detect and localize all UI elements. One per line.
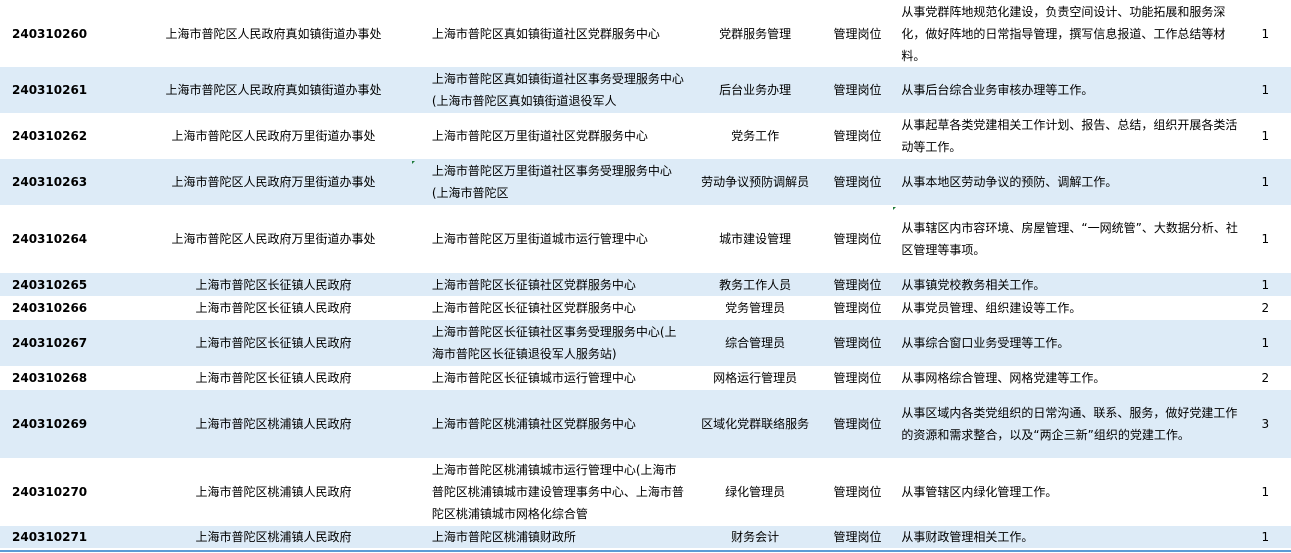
- unit-name: 上海市普陀区桃浦镇城市运行管理中心(上海市普陀区桃浦镇城市建设管理事务中心、上海…: [431, 463, 684, 521]
- position-name: 综合管理员: [688, 320, 822, 366]
- table-row[interactable]: 240310262 上海市普陀区人民政府万里街道办事处 上海市普陀区万里街道社区…: [0, 113, 1291, 159]
- position-code: 240310271: [0, 526, 136, 548]
- position-description: 从事党群阵地规范化建设，负责空间设计、功能拓展和服务深化，做好阵地的日常指导管理…: [901, 4, 1226, 63]
- department-name: 上海市普陀区长征镇人民政府: [135, 273, 412, 296]
- unit-name: 上海市普陀区万里街道城市运行管理中心: [431, 232, 648, 246]
- position-name: 劳动争议预防调解员: [688, 159, 822, 205]
- table-row[interactable]: 240310271 上海市普陀区桃浦镇人民政府 上海市普陀区桃浦镇财政所 财务会…: [0, 526, 1291, 548]
- unit-name: 上海市普陀区长征镇社区党群服务中心: [431, 301, 636, 315]
- table-row[interactable]: 240310264 上海市普陀区人民政府万里街道办事处 上海市普陀区万里街道城市…: [0, 205, 1291, 273]
- hiring-count: 1: [1239, 273, 1291, 296]
- table-row[interactable]: 240310263 上海市普陀区人民政府万里街道办事处 上海市普陀区万里街道社区…: [0, 159, 1291, 205]
- position-code: 240310263: [0, 159, 136, 205]
- position-name: 后台业务办理: [688, 67, 822, 113]
- position-type: 管理岗位: [821, 526, 894, 548]
- position-code: 240310260: [12, 26, 88, 41]
- position-code: 240310262: [12, 129, 88, 143]
- position-description: 从事管辖区内绿化管理工作。: [901, 485, 1058, 499]
- hiring-count: 1: [1261, 485, 1270, 499]
- position-type: 管理岗位: [833, 485, 882, 499]
- position-code: 240310269: [0, 390, 136, 458]
- position-type: 管理岗位: [821, 67, 894, 113]
- unit-name: 上海市普陀区真如镇街道社区事务受理服务中心(上海市普陀区真如镇街道退役军人: [431, 72, 684, 108]
- position-description: 从事起草各类党建相关工作计划、报告、总结，组织开展各类活动等工作。: [901, 118, 1238, 154]
- position-description: 从事财政管理相关工作。: [893, 526, 1240, 548]
- position-code: 240310267: [0, 320, 136, 366]
- position-name: 城市建设管理: [719, 232, 792, 246]
- position-name: 财务会计: [688, 526, 822, 548]
- position-description: 从事党员管理、组织建设等工作。: [901, 301, 1082, 315]
- position-type: 管理岗位: [833, 301, 882, 315]
- position-type: 管理岗位: [833, 129, 882, 143]
- table-row[interactable]: 240310261 上海市普陀区人民政府真如镇街道办事处 上海市普陀区真如镇街道…: [0, 67, 1291, 113]
- position-type: 管理岗位: [821, 390, 894, 458]
- hiring-count: 1: [1261, 129, 1270, 143]
- hiring-count: 2: [1261, 371, 1270, 385]
- unit-name: 上海市普陀区长征镇社区党群服务中心: [431, 277, 636, 292]
- unit-name: 上海市普陀区桃浦镇财政所: [431, 530, 576, 544]
- department-name: 上海市普陀区人民政府真如镇街道办事处: [135, 67, 412, 113]
- department-name: 上海市普陀区长征镇人民政府: [195, 301, 352, 315]
- position-description: 从事本地区劳动争议的预防、调解工作。: [901, 175, 1118, 189]
- unit-name: 上海市普陀区万里街道社区党群服务中心: [431, 129, 648, 143]
- position-description: 从事辖区内市容环境、房屋管理、“一网统管”、大数据分析、社区管理等事项。: [901, 221, 1238, 257]
- table-row[interactable]: 240310265 上海市普陀区长征镇人民政府 上海市普陀区长征镇社区党群服务中…: [0, 273, 1291, 296]
- table-row[interactable]: 240310266 上海市普陀区长征镇人民政府 上海市普陀区长征镇社区党群服务中…: [0, 296, 1291, 320]
- hiring-count: 1: [1261, 232, 1270, 246]
- position-description: 从事综合窗口业务受理等工作。: [893, 320, 1240, 366]
- department-name: 上海市普陀区长征镇人民政府: [195, 371, 352, 385]
- position-name: 党务工作: [731, 129, 780, 143]
- hiring-count: 1: [1239, 320, 1291, 366]
- position-code: 240310265: [0, 273, 136, 296]
- position-type: 管理岗位: [821, 320, 894, 366]
- unit-name: 上海市普陀区长征镇社区事务受理服务中心(上海市普陀区长征镇退役军人服务站): [431, 325, 677, 361]
- unit-name: 上海市普陀区真如镇街道社区党群服务中心: [431, 26, 660, 41]
- position-name: 党群服务管理: [719, 26, 792, 41]
- position-name: 党务管理员: [725, 301, 786, 315]
- table-row[interactable]: 240310268 上海市普陀区长征镇人民政府 上海市普陀区长征镇城市运行管理中…: [0, 366, 1291, 390]
- position-code: 240310268: [12, 371, 88, 385]
- position-description: 从事镇党校教务相关工作。: [893, 273, 1240, 296]
- position-description: 从事后台综合业务审核办理等工作。: [901, 83, 1094, 97]
- position-type: 管理岗位: [833, 26, 882, 41]
- hiring-count: 1: [1239, 67, 1291, 113]
- hiring-count: 1: [1239, 526, 1291, 548]
- department-name: 上海市普陀区人民政府真如镇街道办事处: [165, 26, 382, 41]
- department-name: 上海市普陀区人民政府万里街道办事处: [171, 232, 376, 246]
- position-code: 240310261: [0, 67, 136, 113]
- position-code: 240310270: [12, 485, 88, 499]
- position-name: 网格运行管理员: [713, 371, 798, 385]
- table-row[interactable]: 240310267 上海市普陀区长征镇人民政府 上海市普陀区长征镇社区事务受理服…: [0, 320, 1291, 366]
- department-name: 上海市普陀区人民政府万里街道办事处: [135, 159, 412, 205]
- position-type: 管理岗位: [821, 159, 894, 205]
- position-name: 区域化党群联络服务: [688, 390, 822, 458]
- table-row[interactable]: 240310270 上海市普陀区桃浦镇人民政府 上海市普陀区桃浦镇城市运行管理中…: [0, 458, 1291, 526]
- position-name: 教务工作人员: [688, 273, 822, 296]
- position-type: 管理岗位: [833, 232, 882, 246]
- position-type: 管理岗位: [833, 371, 882, 385]
- department-name: 上海市普陀区桃浦镇人民政府: [135, 390, 412, 458]
- department-name: 上海市普陀区桃浦镇人民政府: [195, 485, 352, 499]
- table-bottom-border: [0, 550, 1291, 552]
- table-row[interactable]: 240310260 上海市普陀区人民政府真如镇街道办事处 上海市普陀区真如镇街道…: [0, 0, 1291, 67]
- hiring-count: 3: [1239, 390, 1291, 458]
- department-name: 上海市普陀区人民政府万里街道办事处: [171, 129, 376, 143]
- unit-name: 上海市普陀区万里街道社区事务受理服务中心(上海市普陀区: [431, 164, 672, 200]
- position-code: 240310266: [12, 301, 88, 315]
- unit-name: 上海市普陀区桃浦镇社区党群服务中心: [431, 417, 636, 431]
- position-name: 绿化管理员: [725, 485, 786, 499]
- position-description: 从事区域内各类党组织的日常沟通、联系、服务，做好党建工作的资源和需求整合，以及“…: [901, 406, 1238, 442]
- position-type: 管理岗位: [821, 273, 894, 296]
- hiring-count: 1: [1261, 26, 1270, 41]
- position-description: 从事网格综合管理、网格党建等工作。: [901, 371, 1106, 385]
- position-code: 240310264: [12, 232, 88, 246]
- positions-table: 240310260 上海市普陀区人民政府真如镇街道办事处 上海市普陀区真如镇街道…: [0, 0, 1291, 548]
- department-name: 上海市普陀区桃浦镇人民政府: [135, 526, 412, 548]
- table-row[interactable]: 240310269 上海市普陀区桃浦镇人民政府 上海市普陀区桃浦镇社区党群服务中…: [0, 390, 1291, 458]
- department-name: 上海市普陀区长征镇人民政府: [135, 320, 412, 366]
- unit-name: 上海市普陀区长征镇城市运行管理中心: [431, 371, 636, 385]
- hiring-count: 2: [1261, 301, 1270, 315]
- hiring-count: 1: [1239, 159, 1291, 205]
